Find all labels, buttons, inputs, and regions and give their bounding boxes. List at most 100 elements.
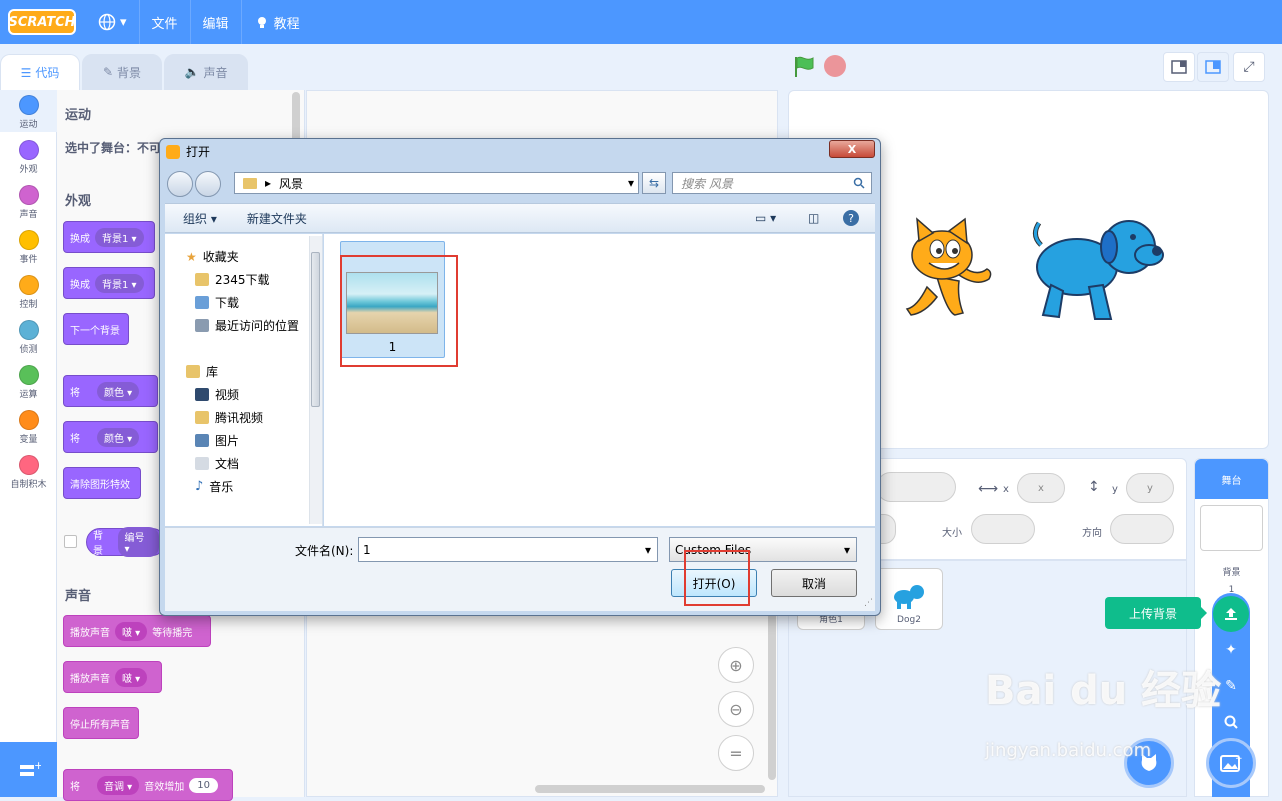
category-operators[interactable]: 运算 xyxy=(0,365,57,400)
x-input[interactable]: x xyxy=(1017,473,1065,503)
edit-menu[interactable]: 编辑 xyxy=(191,0,242,44)
category-motion[interactable]: 运动 xyxy=(0,95,57,130)
dialog-close-button[interactable]: X xyxy=(829,140,875,158)
block-next-backdrop[interactable]: 下一个背景 xyxy=(63,313,129,345)
block-change-pitch[interactable]: 将 音调 ▾ 音效增加 10 xyxy=(63,769,233,801)
block-play-sound[interactable]: 播放声音啵 ▾ xyxy=(63,661,162,693)
zoom-in-button[interactable]: ⊕ xyxy=(718,647,754,683)
pitch-value-input[interactable]: 10 xyxy=(189,777,218,793)
number-dropdown[interactable]: 编号 ▾ xyxy=(117,527,159,557)
upload-backdrop-tooltip: 上传背景 xyxy=(1105,597,1207,629)
nav-scrollbar-thumb[interactable] xyxy=(311,252,320,407)
block-backdrop-number[interactable]: 背景 编号 ▾ xyxy=(86,527,166,557)
block-text: 音效增加 xyxy=(144,781,185,793)
forward-button[interactable] xyxy=(195,171,221,197)
sound-dropdown[interactable]: 啵 ▾ xyxy=(115,667,148,687)
pitch-dropdown[interactable]: 音调 ▾ xyxy=(97,775,140,795)
language-menu[interactable]: ▾ xyxy=(86,0,140,44)
block-clear-effects[interactable]: 清除图形特效 xyxy=(63,467,141,499)
cancel-button[interactable]: 取消 xyxy=(771,569,857,597)
nav-downloads-2345[interactable]: 2345下载 xyxy=(195,271,270,288)
block-change-effect[interactable]: 将 颜色 ▾ xyxy=(63,421,158,453)
chevron-down-icon[interactable]: ▾ xyxy=(645,543,651,557)
block-stop-all-sounds[interactable]: 停止所有声音 xyxy=(63,707,139,739)
category-sensing[interactable]: 侦测 xyxy=(0,320,57,355)
close-icon: X xyxy=(847,142,857,156)
block-switch-backdrop-wait[interactable]: 换成 背景1 ▾ xyxy=(63,267,155,299)
looks-dot xyxy=(18,140,39,160)
tab-code[interactable]: ☰ 代码 xyxy=(0,54,80,90)
breadcrumb-current[interactable]: 风景 xyxy=(279,175,303,192)
y-input[interactable]: y xyxy=(1126,473,1174,503)
file-name-input[interactable]: 1 ▾ xyxy=(358,537,658,562)
nav-music[interactable]: ♪ 音乐 xyxy=(195,478,233,495)
stage-thumbnail[interactable] xyxy=(1200,505,1263,551)
backdrop-dropdown[interactable]: 背景1 ▾ xyxy=(95,227,144,247)
add-extension-button[interactable]: + xyxy=(0,742,57,797)
upload-backdrop-button[interactable] xyxy=(1213,596,1249,632)
sound-dot xyxy=(18,185,39,205)
backdrop-dropdown[interactable]: 背景1 ▾ xyxy=(95,273,144,293)
file-menu[interactable]: 文件 xyxy=(140,0,191,44)
nav-videos[interactable]: 视频 xyxy=(195,386,239,403)
paint-backdrop-button[interactable]: ✎ xyxy=(1218,673,1244,699)
workspace-h-scrollbar[interactable] xyxy=(535,785,765,793)
normal-stage-button[interactable] xyxy=(1197,52,1229,82)
nav-documents[interactable]: 文档 xyxy=(195,455,239,472)
effect-dropdown[interactable]: 颜色 ▾ xyxy=(97,381,140,401)
address-dropdown-icon[interactable]: ▾ xyxy=(628,176,634,190)
scratch-logo[interactable]: SCRATCH xyxy=(8,9,76,35)
nav-favorites[interactable]: ★ 收藏夹 xyxy=(186,248,239,265)
size-input[interactable] xyxy=(971,514,1035,544)
zoom-out-button[interactable]: ⊖ xyxy=(718,691,754,727)
globe-icon xyxy=(98,13,116,31)
nav-recent[interactable]: 最近访问的位置 xyxy=(195,317,299,334)
address-bar[interactable]: ▸ 风景 ▾ xyxy=(234,172,639,194)
category-looks[interactable]: 外观 xyxy=(0,140,57,175)
choose-backdrop-main-button[interactable]: + xyxy=(1206,738,1256,788)
block-play-sound-until-done[interactable]: 播放声音啵 ▾ 等待播完 xyxy=(63,615,211,647)
search-input[interactable]: 搜索 风景 xyxy=(672,172,872,194)
category-label: 运动 xyxy=(19,120,38,130)
block-switch-backdrop[interactable]: 换成 背景1 ▾ xyxy=(63,221,155,253)
paintbrush-icon: ✎ xyxy=(1225,678,1237,694)
tutorials-menu[interactable]: 教程 xyxy=(242,0,312,44)
view-menu-icon[interactable]: ▭ ▾ xyxy=(755,211,776,225)
category-sound[interactable]: 声音 xyxy=(0,185,57,220)
fullscreen-button[interactable]: ⤢ xyxy=(1233,52,1265,82)
monitor-checkbox[interactable] xyxy=(64,535,77,548)
surprise-backdrop-button[interactable]: ✦ xyxy=(1218,637,1244,663)
sound-dropdown[interactable]: 啵 ▾ xyxy=(115,621,148,641)
category-variables[interactable]: 变量 xyxy=(0,410,57,445)
small-stage-button[interactable] xyxy=(1163,52,1195,82)
choose-backdrop-button[interactable] xyxy=(1218,709,1244,735)
category-control[interactable]: 控制 xyxy=(0,275,57,310)
back-button[interactable] xyxy=(167,171,193,197)
stop-icon[interactable] xyxy=(824,55,846,77)
nav-pictures[interactable]: 图片 xyxy=(195,432,239,449)
block-set-effect[interactable]: 将 颜色 ▾ xyxy=(63,375,158,407)
nav-downloads[interactable]: 下载 xyxy=(195,294,239,311)
section-title-looks: 外观 xyxy=(65,194,92,209)
dialog-title: 打开 xyxy=(186,145,211,159)
tab-backdrops[interactable]: ✎ 背景 xyxy=(82,54,162,90)
variables-dot xyxy=(18,410,39,430)
direction-input[interactable] xyxy=(1110,514,1174,544)
organize-menu[interactable]: 组织 ▾ xyxy=(183,210,217,227)
help-icon[interactable]: ? xyxy=(843,210,859,226)
zoom-reset-button[interactable]: = xyxy=(718,735,754,771)
nav-libraries[interactable]: 库 xyxy=(186,363,218,380)
sprite-tile[interactable]: Dog2 xyxy=(875,568,943,630)
tab-sounds[interactable]: 🔈 声音 xyxy=(164,54,248,90)
new-folder-button[interactable]: 新建文件夹 xyxy=(247,210,307,227)
resize-grip-icon[interactable]: ⋰ xyxy=(864,598,874,608)
category-events[interactable]: 事件 xyxy=(0,230,57,265)
category-my-blocks[interactable]: 自制积木 xyxy=(0,455,57,490)
nav-tencent-video[interactable]: 腾讯视频 xyxy=(195,409,263,426)
sprite-name-input[interactable] xyxy=(876,472,956,502)
brush-icon: ✎ xyxy=(102,65,114,79)
green-flag-icon[interactable] xyxy=(792,55,816,79)
effect-dropdown[interactable]: 颜色 ▾ xyxy=(97,427,140,447)
refresh-button[interactable]: ⇆ xyxy=(642,172,666,194)
preview-pane-icon[interactable]: ◫ xyxy=(808,211,819,225)
